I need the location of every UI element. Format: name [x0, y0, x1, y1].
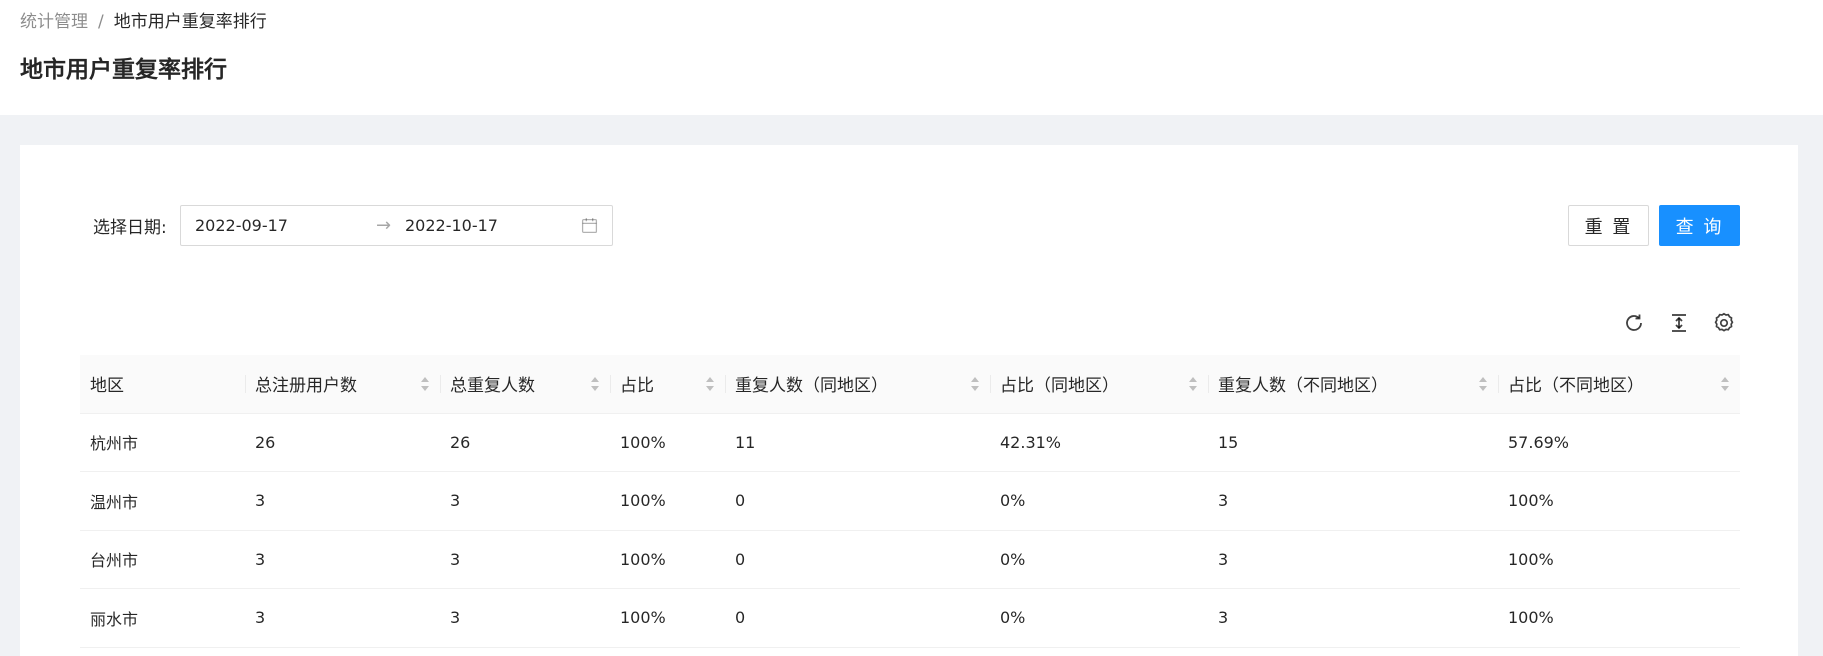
sort-icon[interactable] — [1478, 376, 1488, 392]
column-divider — [440, 375, 441, 393]
column-divider — [245, 375, 246, 393]
table-cell: 0 — [725, 530, 990, 589]
table-row: 温州市 3 3 100% 0 0% 3 100% — [80, 471, 1740, 531]
sort-icon[interactable] — [1720, 376, 1730, 392]
column-divider — [725, 375, 726, 393]
table-cell: 3 — [245, 588, 440, 648]
column-header[interactable]: 总注册用户数 — [245, 355, 440, 414]
table-cell: 丽水市 — [80, 588, 245, 648]
table-row: 丽水市 3 3 100% 0 0% 3 100% — [80, 588, 1740, 648]
table-cell: 3 — [245, 471, 440, 531]
sort-icon[interactable] — [705, 376, 715, 392]
sort-icon[interactable] — [420, 376, 430, 392]
column-header[interactable]: 总重复人数 — [440, 355, 610, 414]
table-cell: 11 — [725, 413, 990, 472]
table-cell: 0% — [990, 530, 1208, 589]
setting-icon[interactable] — [1712, 311, 1736, 335]
breadcrumb-item-current: 地市用户重复率排行 — [113, 12, 267, 32]
table-cell: 100% — [610, 413, 725, 472]
table-cell: 3 — [1208, 588, 1498, 648]
table-cell: 100% — [610, 471, 725, 531]
table-cell: 杭州市 — [80, 413, 245, 472]
page-title: 地市用户重复率排行 — [20, 57, 227, 83]
table-row: 杭州市 26 26 100% 11 42.31% 15 57.69% — [80, 413, 1740, 472]
column-title: 总注册用户数 — [255, 376, 357, 397]
breadcrumb-item-statistics[interactable]: 统计管理 — [20, 10, 88, 34]
column-divider — [990, 375, 991, 393]
column-header[interactable]: 占比（同地区） — [990, 355, 1208, 414]
column-title: 占比（同地区） — [1000, 376, 1119, 397]
table-cell: 26 — [440, 413, 610, 472]
table-cell: 100% — [1498, 530, 1740, 589]
date-range-picker[interactable]: 2022-09-17 → 2022-10-17 — [180, 205, 613, 246]
breadcrumb-separator: / — [98, 12, 104, 32]
column-divider — [1208, 375, 1209, 393]
column-title: 总重复人数 — [450, 376, 535, 397]
column-divider — [1498, 375, 1499, 393]
table-cell: 台州市 — [80, 530, 245, 589]
table-cell: 100% — [1498, 471, 1740, 531]
page-header: 统计管理 / 地市用户重复率排行 地市用户重复率排行 — [0, 0, 1823, 115]
column-header[interactable]: 重复人数（同地区） — [725, 355, 990, 414]
table-cell: 57.69% — [1498, 413, 1740, 472]
table-cell: 温州市 — [80, 471, 245, 531]
table-cell: 26 — [245, 413, 440, 472]
end-date-input[interactable]: 2022-10-17 — [405, 216, 498, 235]
sort-icon[interactable] — [590, 376, 600, 392]
sort-icon[interactable] — [1188, 376, 1198, 392]
column-header: 地区 — [80, 355, 245, 414]
table-cell: 0 — [725, 588, 990, 648]
table-cell: 3 — [440, 588, 610, 648]
column-divider — [610, 375, 611, 393]
sort-icon[interactable] — [970, 376, 980, 392]
table-header-row: 地区 总注册用户数 总重复人数 占比 重复人数（同地区） 占比（同地区） 重复人… — [80, 355, 1740, 414]
reset-button[interactable]: 重 置 — [1568, 205, 1649, 246]
column-title: 重复人数（同地区） — [735, 376, 888, 397]
column-header[interactable]: 占比（不同地区） — [1498, 355, 1740, 414]
column-title: 占比（不同地区） — [1508, 376, 1644, 397]
table-cell: 100% — [1498, 588, 1740, 648]
column-height-icon[interactable] — [1667, 311, 1691, 335]
column-title: 占比 — [620, 376, 654, 397]
table-cell: 100% — [610, 588, 725, 648]
table-cell: 3 — [440, 530, 610, 589]
table-cell: 0% — [990, 588, 1208, 648]
date-filter-label: 选择日期: — [93, 218, 167, 238]
table-cell: 100% — [610, 530, 725, 589]
query-button[interactable]: 查 询 — [1659, 205, 1740, 246]
table-cell: 3 — [440, 471, 610, 531]
column-header[interactable]: 占比 — [610, 355, 725, 414]
column-header[interactable]: 重复人数（不同地区） — [1208, 355, 1498, 414]
range-separator-icon: → — [376, 215, 392, 236]
table-cell: 3 — [245, 530, 440, 589]
breadcrumb: 统计管理 / 地市用户重复率排行 — [20, 10, 267, 34]
reload-icon[interactable] — [1622, 311, 1646, 335]
start-date-input[interactable]: 2022-09-17 — [195, 216, 288, 235]
table-cell: 0% — [990, 471, 1208, 531]
table-cell: 15 — [1208, 413, 1498, 472]
column-title: 重复人数（不同地区） — [1218, 376, 1388, 397]
table-cell: 0 — [725, 471, 990, 531]
table-cell: 3 — [1208, 471, 1498, 531]
column-title: 地区 — [90, 376, 124, 397]
table-cell: 42.31% — [990, 413, 1208, 472]
data-table: 地区 总注册用户数 总重复人数 占比 重复人数（同地区） 占比（同地区） 重复人… — [80, 355, 1740, 648]
calendar-icon — [581, 218, 598, 234]
table-cell: 3 — [1208, 530, 1498, 589]
content-card: 选择日期: 2022-09-17 → 2022-10-17 重 置 查 询 地区… — [20, 145, 1798, 656]
table-row: 台州市 3 3 100% 0 0% 3 100% — [80, 530, 1740, 589]
